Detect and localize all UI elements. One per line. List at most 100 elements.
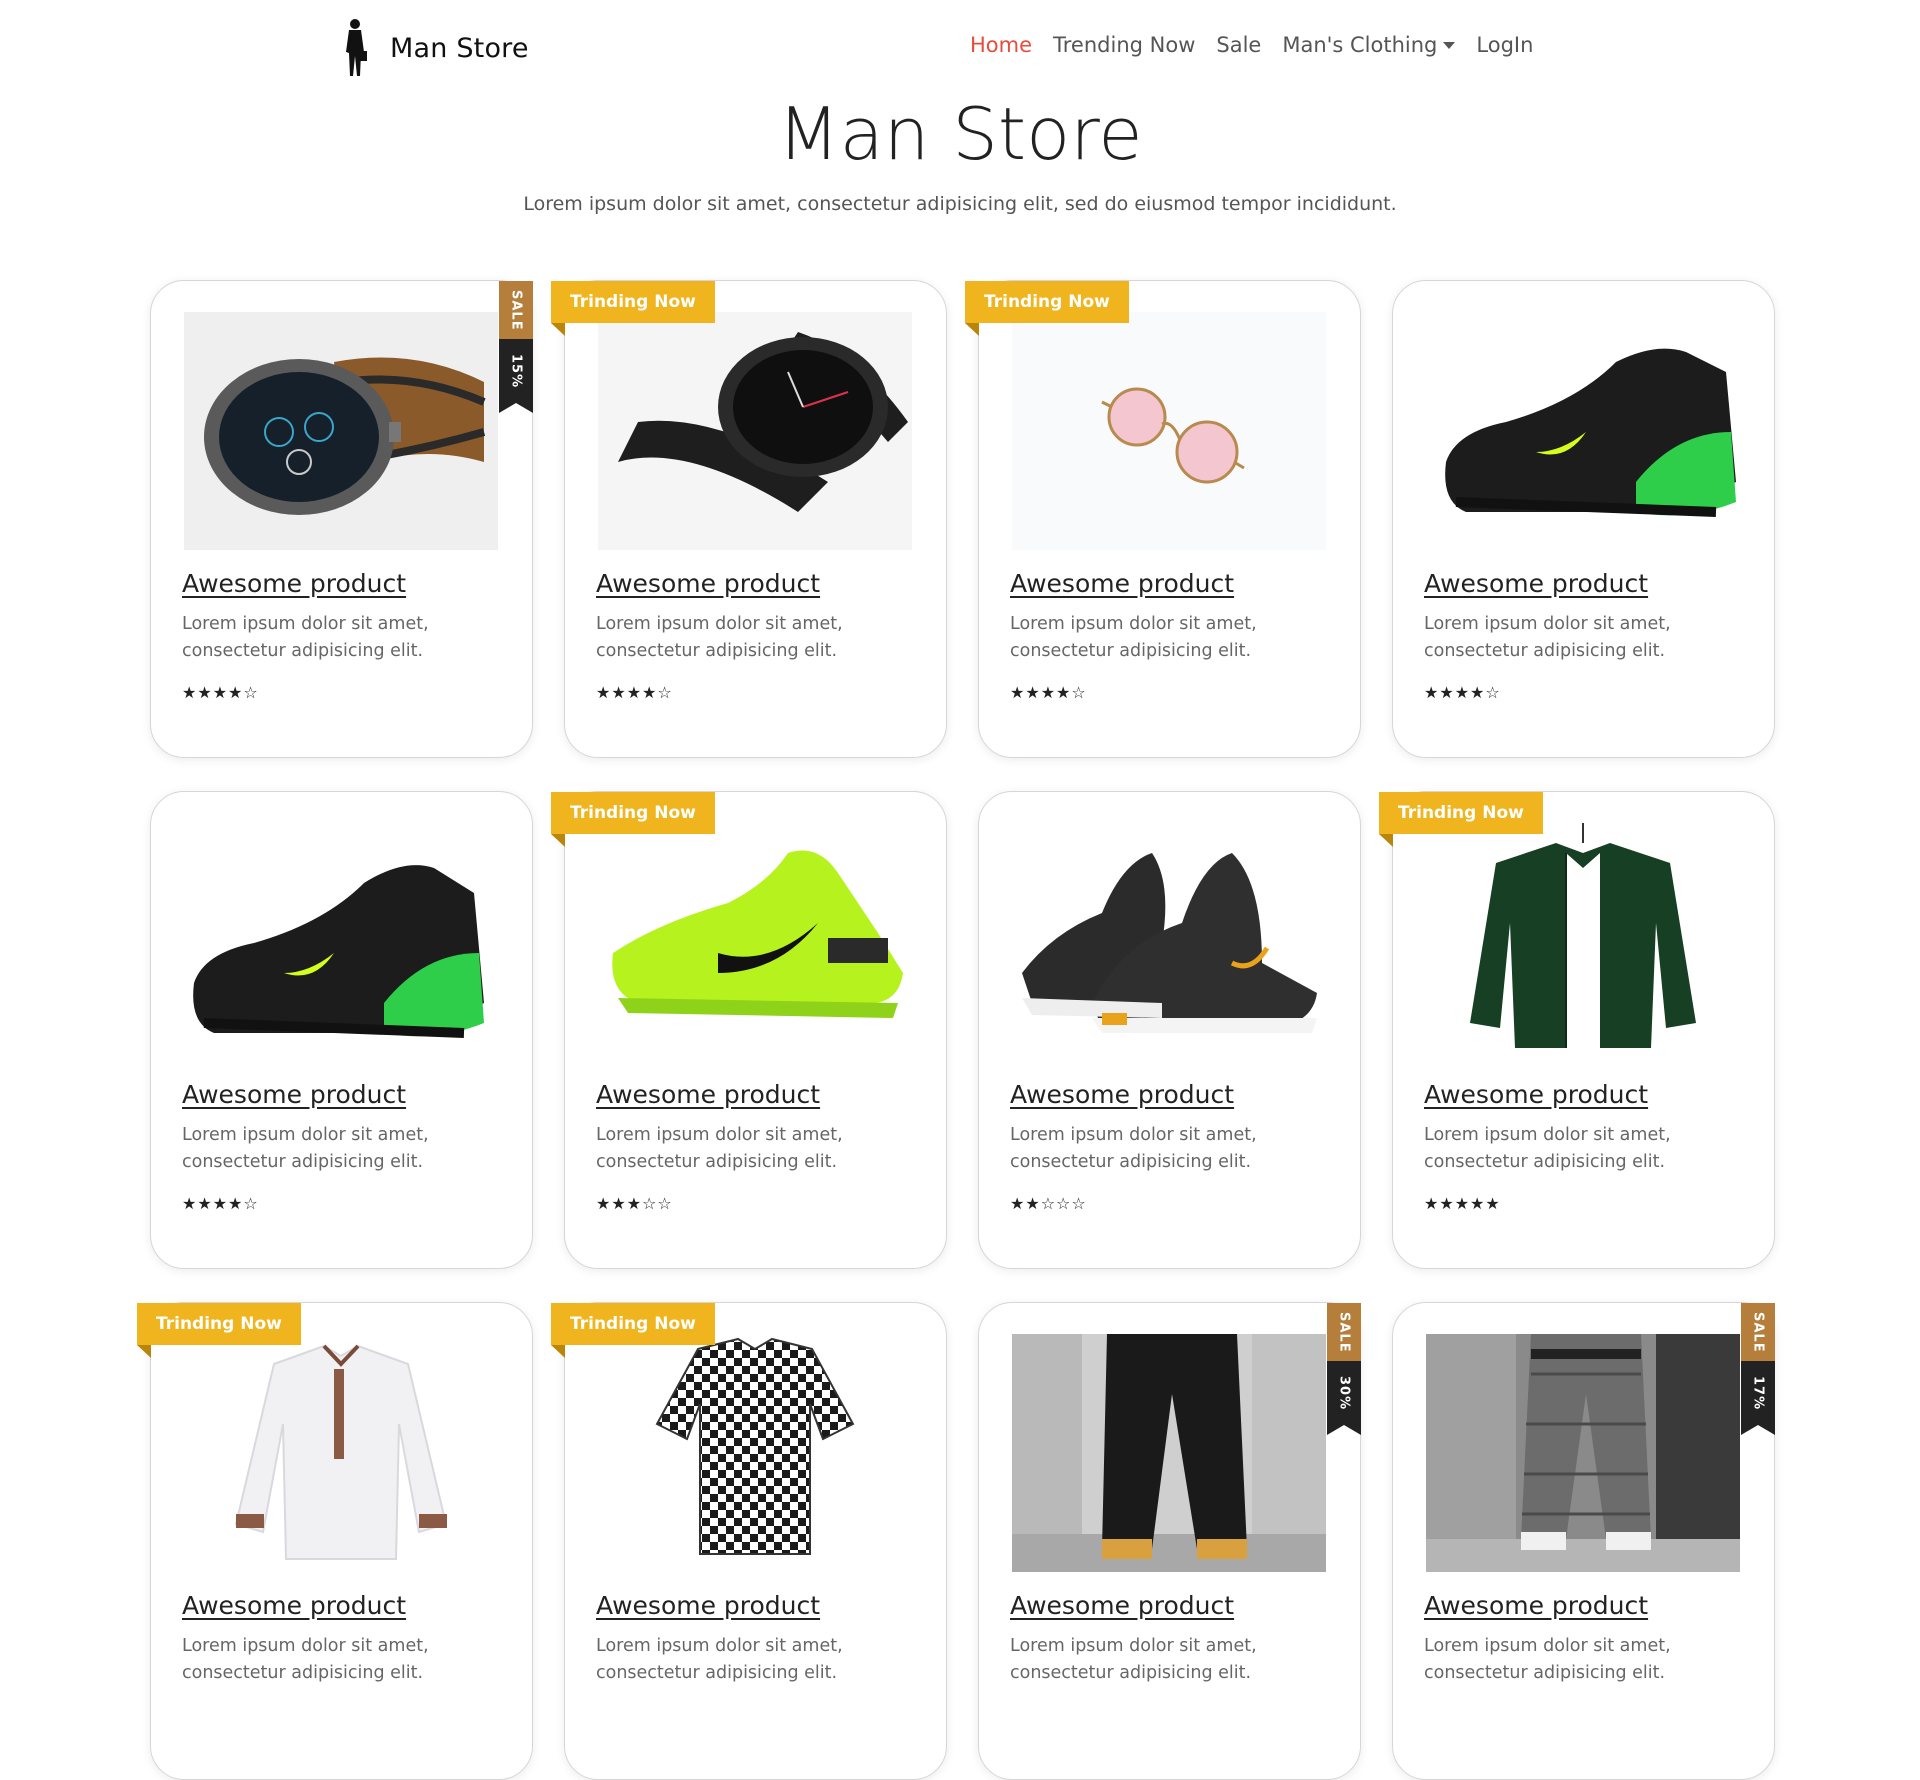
star-filled-icon: ★ (1470, 683, 1485, 702)
product-image-plaid-pants[interactable] (1426, 1334, 1740, 1572)
page-title: Man Store (777, 92, 1143, 176)
sneaker-image-icon (1426, 312, 1740, 550)
shirt-image-icon (598, 1334, 912, 1572)
trending-ribbon: Trinding Now (1379, 792, 1543, 847)
star-filled-icon: ★ (1470, 1194, 1485, 1213)
star-filled-icon: ★ (197, 1194, 212, 1213)
star-filled-icon: ★ (596, 683, 611, 702)
product-title-link[interactable]: Awesome product (596, 569, 820, 598)
star-filled-icon: ★ (1010, 1194, 1025, 1213)
product-image-white-shirt[interactable] (184, 1334, 498, 1572)
star-filled-icon: ★ (1454, 1194, 1470, 1213)
jacket-image-icon (1426, 823, 1740, 1061)
product-description: Lorem ipsum dolor sit amet, consectetur … (1010, 1125, 1257, 1172)
product-description: Lorem ipsum dolor sit amet, consectetur … (1424, 1125, 1671, 1172)
product-image-sneaker[interactable] (184, 823, 498, 1061)
nav-mans-clothing-label: Man's Clothing (1282, 33, 1438, 57)
nav-sale[interactable]: Sale (1216, 33, 1261, 57)
product-description: Lorem ipsum dolor sit amet, consectetur … (1424, 614, 1671, 661)
star-rating: ★ ★ ★ ★ ☆ (182, 685, 259, 701)
product-description: Lorem ipsum dolor sit amet, consectetur … (596, 1125, 843, 1172)
product-image-sneaker-pair[interactable] (1012, 823, 1326, 1061)
product-description: Lorem ipsum dolor sit amet, consectetur … (596, 614, 843, 661)
product-card[interactable]: Trinding Now Awesome product Lorem ipsum… (1379, 791, 1775, 1269)
product-description: Lorem ipsum dolor sit amet, consectetur … (596, 1636, 843, 1683)
product-title-link[interactable]: Awesome product (1424, 1591, 1648, 1620)
star-filled-icon: ★ (626, 1194, 642, 1213)
trending-ribbon: Trinding Now (965, 281, 1129, 336)
product-card[interactable]: Trinding Now Awesome product Lorem ipsum… (551, 791, 947, 1269)
star-empty-icon: ☆ (657, 683, 672, 702)
product-image-checkered-shirt[interactable] (598, 1334, 912, 1572)
product-title-link[interactable]: Awesome product (1010, 1591, 1234, 1620)
star-filled-icon: ★ (228, 683, 243, 702)
product-title-link[interactable]: Awesome product (182, 569, 406, 598)
star-rating: ★ ★ ☆ ☆ ☆ (1010, 1196, 1087, 1212)
star-filled-icon: ★ (197, 683, 212, 702)
star-filled-icon: ★ (1025, 683, 1040, 702)
product-card[interactable]: Awesome product Lorem ipsum dolor sit am… (1392, 280, 1775, 758)
star-rating: ★ ★ ★ ☆ ☆ (596, 1196, 673, 1212)
star-filled-icon: ★ (1010, 683, 1025, 702)
product-card[interactable]: Awesome product Lorem ipsum dolor sit am… (978, 791, 1361, 1269)
trending-ribbon: Trinding Now (137, 1303, 301, 1358)
navbar: Man Store Home Trending Now Sale Man's C… (0, 0, 1920, 92)
star-filled-icon: ★ (611, 683, 626, 702)
product-card[interactable]: Trinding Now Awesome product Lorem ipsum… (551, 1302, 947, 1780)
product-card[interactable]: SALE 15% Awesome product Lorem ipsum dol… (150, 280, 533, 758)
pants-image-icon (1426, 1334, 1740, 1572)
product-image-smartwatch-black[interactable] (598, 312, 912, 550)
nav-links: Home Trending Now Sale Man's Clothing Lo… (970, 33, 1554, 57)
sale-label: SALE (1750, 1311, 1766, 1353)
star-rating: ★ ★ ★ ★ ☆ (182, 1196, 259, 1212)
smartwatch-image-icon (184, 312, 498, 550)
man-silhouette-logo-icon (346, 19, 367, 76)
product-image-smartwatch[interactable] (184, 312, 498, 550)
nav-login[interactable]: LogIn (1476, 33, 1533, 57)
product-image-jacket[interactable] (1426, 823, 1740, 1061)
caret-down-icon (1443, 41, 1456, 49)
discount-label: 17% (1750, 1375, 1766, 1411)
product-image-sunglasses[interactable] (1012, 312, 1326, 550)
product-card[interactable]: SALE 17% Awesome product Lorem ipsum dol… (1392, 1302, 1775, 1780)
nav-home[interactable]: Home (970, 33, 1032, 57)
star-filled-icon: ★ (212, 1194, 228, 1213)
product-title-link[interactable]: Awesome product (1010, 569, 1234, 598)
product-description: Lorem ipsum dolor sit amet, consectetur … (1424, 1636, 1671, 1683)
brand-link[interactable]: Man Store (340, 18, 529, 78)
sale-ribbon: SALE 17% (1741, 1303, 1775, 1435)
product-card[interactable]: Trinding Now Awesome product Lorem ipsum… (965, 280, 1361, 758)
product-description: Lorem ipsum dolor sit amet, consectetur … (182, 1636, 429, 1683)
star-filled-icon: ★ (642, 683, 657, 702)
product-card[interactable]: Trinding Now Awesome product Lorem ipsum… (551, 280, 947, 758)
trending-ribbon: Trinding Now (551, 281, 715, 336)
product-title-link[interactable]: Awesome product (596, 1080, 820, 1109)
shirt-image-icon (184, 1334, 498, 1572)
product-image-neon-sneaker[interactable] (598, 823, 912, 1061)
product-title-link[interactable]: Awesome product (596, 1591, 820, 1620)
star-filled-icon: ★ (1040, 683, 1056, 702)
product-card[interactable]: SALE 30% Awesome product Lorem ipsum dol… (978, 1302, 1361, 1780)
product-image-black-pants[interactable] (1012, 1334, 1326, 1572)
product-image-sneaker[interactable] (1426, 312, 1740, 550)
sneaker-image-icon (184, 823, 498, 1061)
sunglasses-image-icon (1012, 312, 1326, 550)
star-rating: ★ ★ ★ ★ ☆ (596, 685, 673, 701)
sale-label: SALE (1336, 1311, 1352, 1353)
product-title-link[interactable]: Awesome product (182, 1591, 406, 1620)
product-description: Lorem ipsum dolor sit amet, consectetur … (182, 614, 429, 661)
product-title-link[interactable]: Awesome product (1424, 569, 1648, 598)
star-rating: ★ ★ ★ ★ ☆ (1010, 685, 1087, 701)
product-title-link[interactable]: Awesome product (1424, 1080, 1648, 1109)
nav-trending-now[interactable]: Trending Now (1053, 33, 1195, 57)
product-title-link[interactable]: Awesome product (1010, 1080, 1234, 1109)
star-empty-icon: ☆ (243, 1194, 258, 1213)
product-description: Lorem ipsum dolor sit amet, consectetur … (1010, 614, 1257, 661)
star-empty-icon: ☆ (1485, 683, 1500, 702)
product-card[interactable]: Trinding Now Awesome product Lorem ipsum… (137, 1302, 533, 1780)
product-card[interactable]: Awesome product Lorem ipsum dolor sit am… (150, 791, 533, 1269)
star-filled-icon: ★ (1485, 1194, 1500, 1213)
product-title-link[interactable]: Awesome product (182, 1080, 406, 1109)
star-empty-icon: ☆ (243, 683, 258, 702)
nav-mans-clothing-dropdown[interactable]: Man's Clothing (1282, 33, 1456, 57)
